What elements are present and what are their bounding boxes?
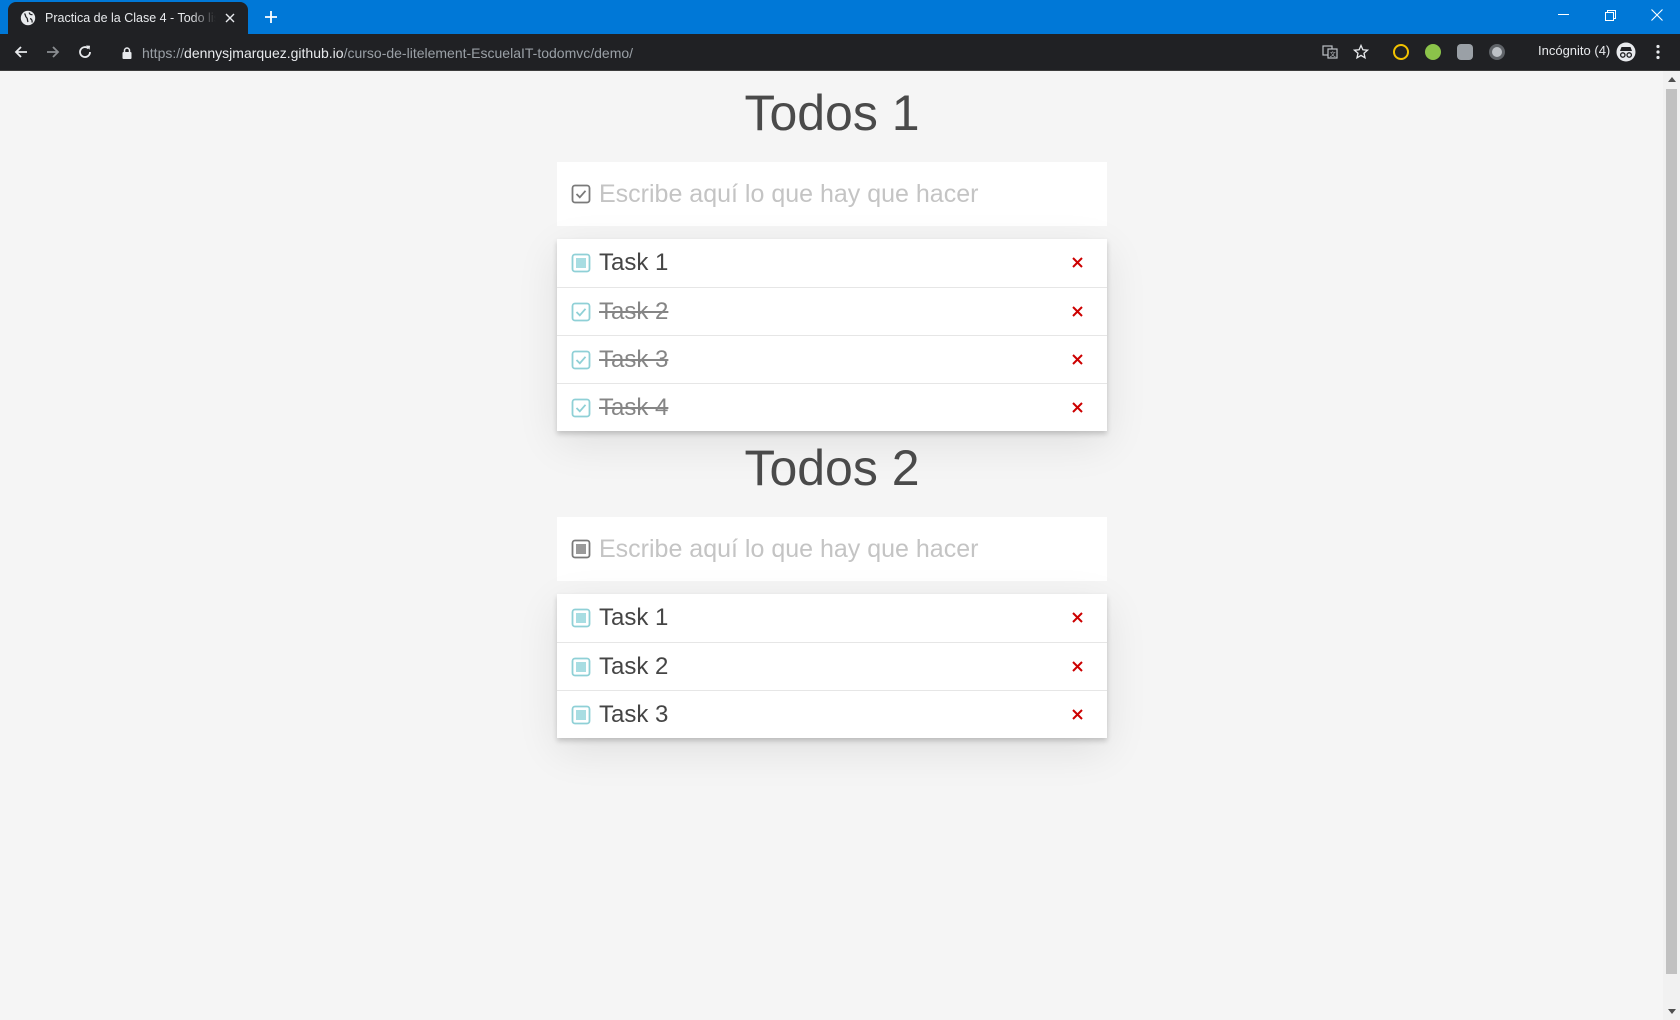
todo-label: Task 2 — [599, 297, 669, 325]
close-x-icon[interactable] — [1069, 399, 1085, 415]
close-x-icon[interactable] — [1069, 351, 1085, 367]
close-x-icon[interactable] — [1069, 303, 1085, 319]
tab-title: Practica de la Clase 4 - Todo list / Lit — [45, 11, 216, 25]
todo-label: Task 1 — [599, 249, 669, 276]
todo-item[interactable]: Task 1 — [557, 239, 1107, 287]
checkbox-square-icon[interactable] — [571, 253, 591, 273]
browser-tab[interactable]: Practica de la Clase 4 - Todo list / Lit — [8, 2, 248, 34]
scrollbar-thumb[interactable] — [1666, 89, 1677, 974]
checkbox-square-icon[interactable] — [571, 657, 591, 677]
tab-close-icon[interactable] — [222, 10, 238, 26]
kebab-menu-icon[interactable] — [1646, 40, 1670, 64]
todo-title: Todos 2 — [744, 440, 920, 496]
todo-item[interactable]: Task 4 — [557, 383, 1107, 431]
address-bar[interactable]: https://dennysjmarquez.github.io/curso-d… — [110, 38, 1310, 67]
restore-icon[interactable] — [1587, 0, 1633, 30]
new-todo-input[interactable] — [599, 174, 1107, 214]
todo-item[interactable]: Task 2 — [557, 287, 1107, 335]
back-arrow-icon[interactable] — [9, 40, 33, 64]
new-tab-plus-icon[interactable] — [260, 6, 282, 28]
bookmark-star-icon[interactable] — [1349, 40, 1373, 64]
url-host: dennysjmarquez.github.io — [184, 44, 344, 61]
todo-list: Task 1 Task 2 Task 3 — [557, 594, 1107, 738]
svg-text:文: 文 — [1330, 51, 1336, 59]
checkbox-check-icon[interactable] — [571, 350, 591, 370]
todo-label: Task 3 — [599, 700, 669, 728]
title-bar: Practica de la Clase 4 - Todo list / Lit — [0, 0, 1680, 34]
checkbox-square-icon[interactable] — [571, 608, 591, 628]
close-x-icon[interactable] — [1069, 609, 1085, 625]
todo-label: Task 3 — [599, 345, 669, 373]
scroll-down-arrow-icon[interactable] — [1667, 1007, 1676, 1016]
extension-yellow-icon[interactable] — [1393, 44, 1409, 60]
scroll-up-arrow-icon[interactable] — [1667, 75, 1676, 84]
todo-item[interactable]: Task 3 — [557, 335, 1107, 383]
browser-toolbar: https://dennysjmarquez.github.io/curso-d… — [0, 34, 1680, 71]
todo-app-2: Todos 2 Task 1 Task 2 Task 3 — [557, 437, 1107, 738]
todo-label: Task 1 — [599, 604, 669, 631]
checkbox-check-icon[interactable] — [571, 398, 591, 418]
url-scheme: https:// — [142, 44, 185, 61]
translate-icon[interactable]: 文 — [1318, 40, 1342, 64]
extension-cloud-icon[interactable] — [1457, 44, 1473, 60]
forward-arrow-icon[interactable] — [41, 40, 65, 64]
url-path: /curso-de-litelement-EscuelaIT-todomvc/d… — [343, 44, 634, 61]
extension-green-icon[interactable] — [1425, 44, 1441, 60]
page-scrollbar[interactable] — [1663, 71, 1680, 1020]
new-todo-row — [557, 517, 1107, 581]
checkbox-check-icon[interactable] — [571, 302, 591, 322]
extension-circle-icon[interactable] — [1489, 44, 1505, 60]
toggle-all-checkbox-icon[interactable] — [571, 184, 591, 204]
url-text: https://dennysjmarquez.github.io/curso-d… — [142, 45, 633, 61]
todo-label: Task 2 — [599, 652, 669, 680]
minimize-icon[interactable] — [1540, 0, 1586, 30]
todo-label: Task 4 — [599, 393, 669, 421]
close-x-icon[interactable] — [1069, 706, 1085, 722]
new-todo-input[interactable] — [599, 529, 1107, 569]
todo-item[interactable]: Task 1 — [557, 594, 1107, 642]
reload-icon[interactable] — [73, 40, 97, 64]
new-todo-row — [557, 162, 1107, 226]
toggle-all-checkbox-icon[interactable] — [571, 539, 591, 559]
todo-title: Todos 1 — [744, 85, 920, 141]
close-window-icon[interactable] — [1634, 0, 1680, 30]
todo-list: Task 1 Task 2 Task 3 Task 4 — [557, 239, 1107, 431]
todo-app-1: Todos 1 Task 1 Task 2 Task 3 Task 4 — [557, 82, 1107, 431]
todo-item[interactable]: Task 3 — [557, 690, 1107, 738]
close-x-icon[interactable] — [1069, 254, 1085, 270]
checkbox-square-icon[interactable] — [571, 705, 591, 725]
todo-item[interactable]: Task 2 — [557, 642, 1107, 690]
lock-icon — [122, 46, 132, 59]
incognito-label[interactable]: Incógnito (4) — [1538, 43, 1610, 58]
incognito-icon[interactable] — [1614, 40, 1638, 64]
globe-icon — [20, 10, 36, 26]
close-x-icon[interactable] — [1069, 658, 1085, 674]
